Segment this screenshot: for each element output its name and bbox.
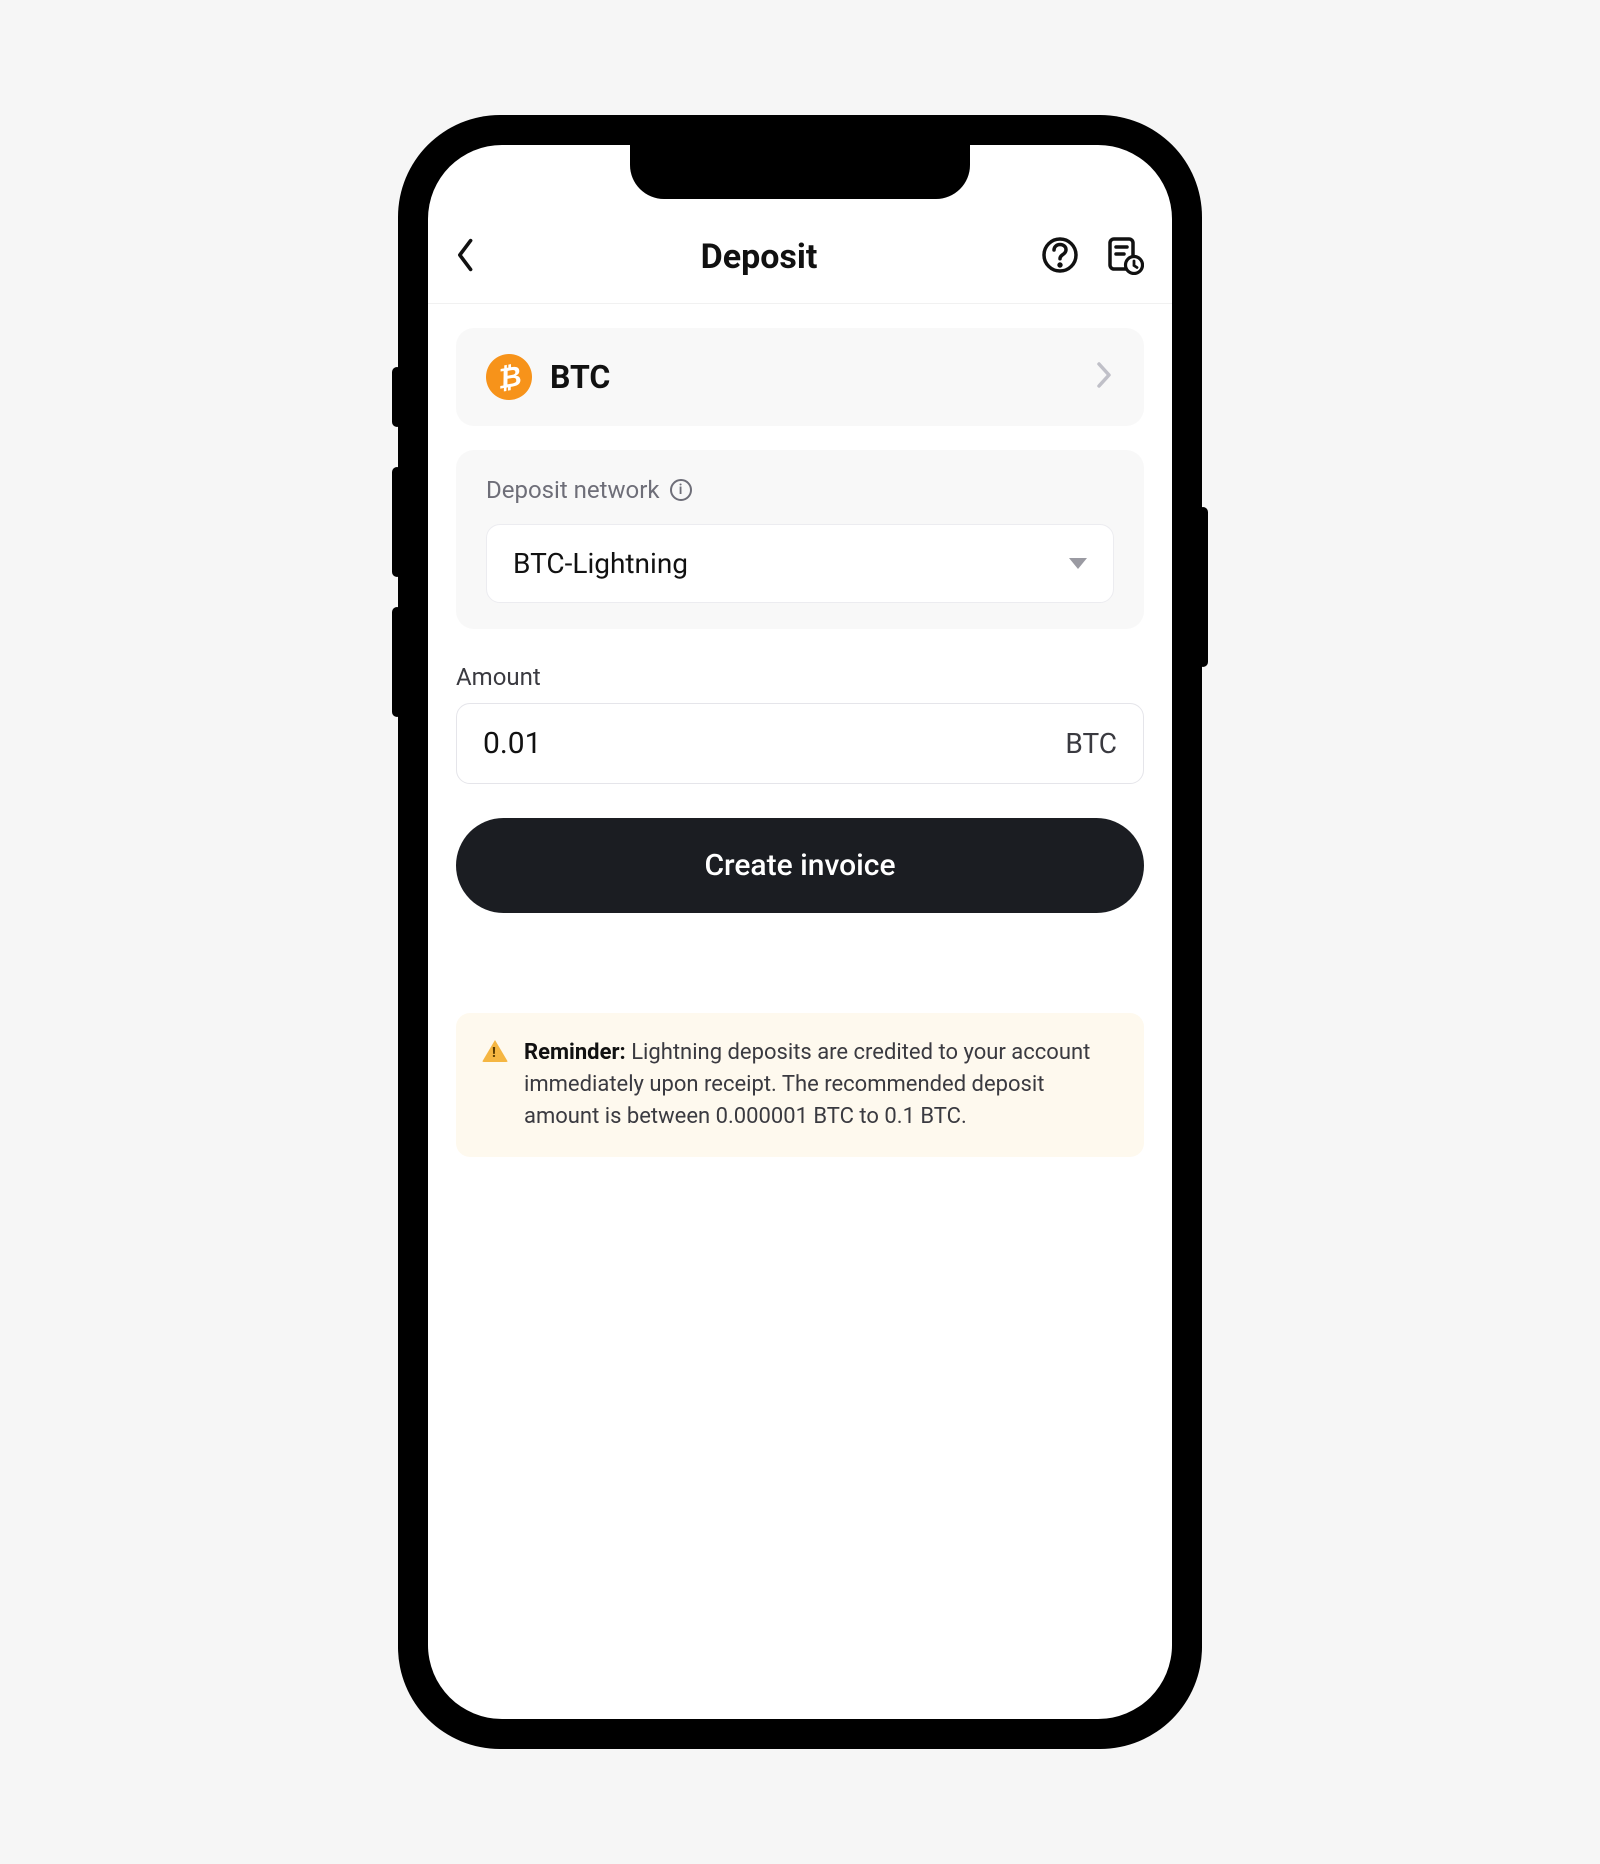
amount-input-wrap: BTC <box>456 703 1144 784</box>
chevron-right-icon <box>1096 361 1114 393</box>
amount-input[interactable] <box>483 726 927 761</box>
amount-section: Amount BTC <box>456 663 1144 784</box>
back-button[interactable] <box>456 237 478 277</box>
network-label: Deposit network <box>486 476 660 504</box>
history-button[interactable] <box>1104 235 1144 279</box>
bitcoin-glyph: ₿ <box>494 359 524 396</box>
reminder-text: Reminder: Lightning deposits are credite… <box>524 1037 1118 1133</box>
reminder-heading: Reminder: <box>524 1040 626 1065</box>
amount-unit: BTC <box>1065 727 1117 760</box>
network-card: Deposit network i BTC-Lightning <box>456 450 1144 629</box>
device-side-button <box>1198 507 1208 667</box>
phone-frame: Deposit <box>400 117 1200 1747</box>
history-icon <box>1104 235 1144 275</box>
create-invoice-button[interactable]: Create invoice <box>456 818 1144 913</box>
info-icon[interactable]: i <box>670 479 692 501</box>
screen: Deposit <box>428 145 1172 1719</box>
page-title: Deposit <box>701 237 818 277</box>
header: Deposit <box>428 215 1172 304</box>
chevron-left-icon <box>456 237 478 273</box>
help-button[interactable] <box>1040 235 1080 279</box>
device-side-button <box>392 607 402 717</box>
reminder-banner: Reminder: Lightning deposits are credite… <box>456 1013 1144 1157</box>
bitcoin-icon: ₿ <box>482 350 535 403</box>
help-icon <box>1040 235 1080 275</box>
header-actions <box>1040 235 1144 279</box>
device-notch <box>630 145 970 199</box>
coin-selector[interactable]: ₿ BTC <box>456 328 1144 426</box>
app-content: Deposit <box>428 145 1172 1157</box>
coin-symbol: BTC <box>550 358 1078 396</box>
warning-icon <box>482 1040 508 1062</box>
network-select[interactable]: BTC-Lightning <box>486 524 1114 603</box>
device-side-button <box>392 367 402 427</box>
device-side-button <box>392 467 402 577</box>
chevron-down-icon <box>1069 558 1087 569</box>
network-selected-value: BTC-Lightning <box>513 547 688 580</box>
amount-label: Amount <box>456 663 1144 691</box>
network-label-row: Deposit network i <box>486 476 1114 504</box>
create-invoice-label: Create invoice <box>704 848 895 883</box>
